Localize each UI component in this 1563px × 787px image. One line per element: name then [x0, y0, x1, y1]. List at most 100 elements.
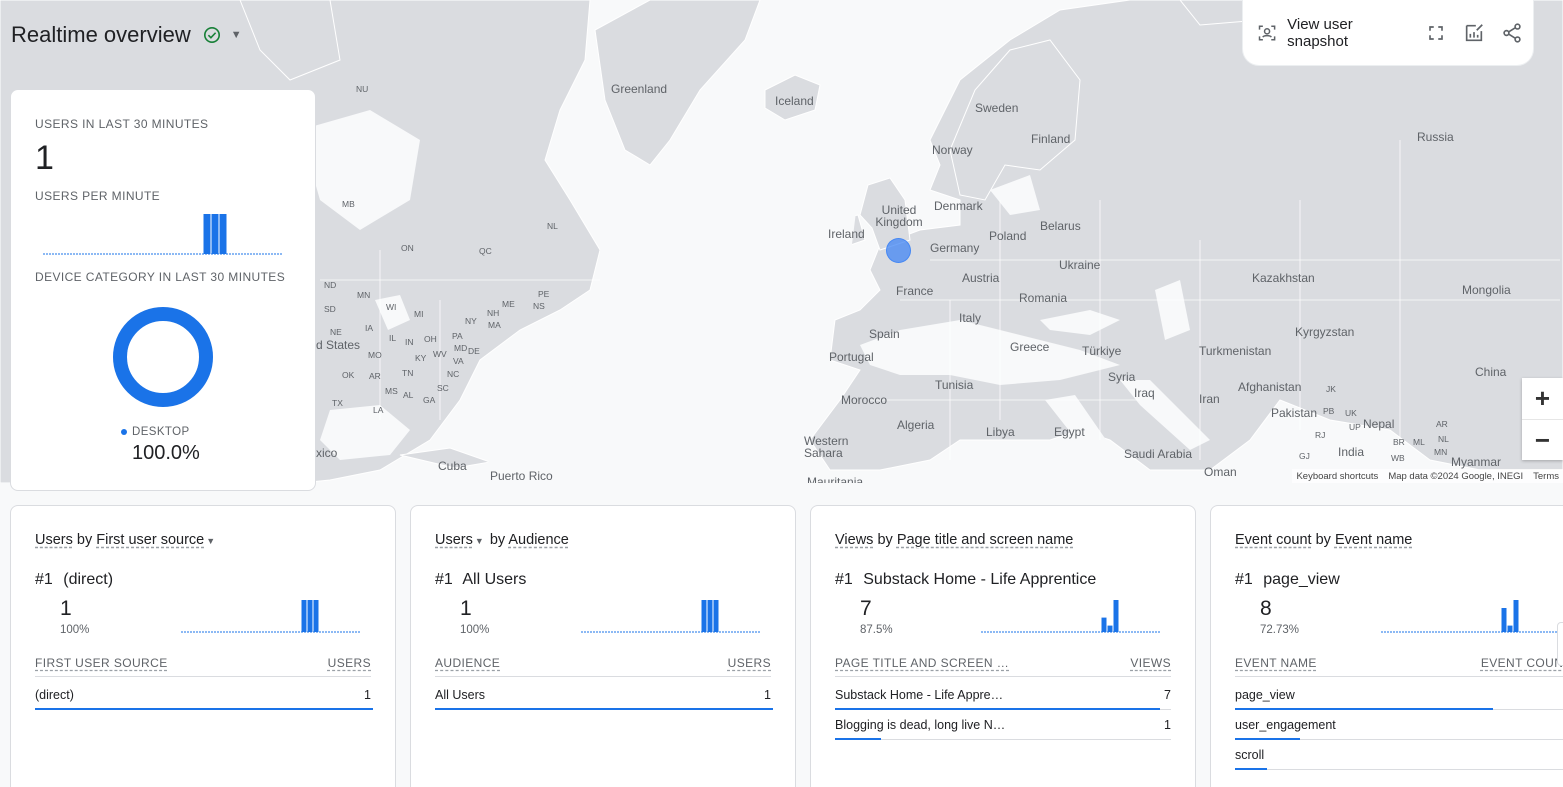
sparkline-bar[interactable]: [313, 600, 319, 632]
table-row[interactable]: (direct) 1: [35, 680, 373, 710]
keyboard-shortcuts-link[interactable]: Keyboard shortcuts: [1296, 471, 1378, 482]
top-item: #1 Substack Home - Life Apprentice: [835, 571, 1096, 589]
column-header-metric[interactable]: USERS: [728, 656, 771, 670]
dimension-selector[interactable]: Page title and screen name: [897, 532, 1074, 548]
sparkline-bar[interactable]: [1107, 625, 1113, 632]
metric-selector[interactable]: Event count: [1235, 532, 1312, 548]
table-row[interactable]: user_engagement 2: [1235, 710, 1563, 740]
map-label-saudi-arabia: Saudi Arabia: [1124, 447, 1193, 461]
map-label-ar-in: AR: [1436, 419, 1448, 429]
map-label-iceland: Iceland: [775, 94, 814, 108]
top-item-sparkline[interactable]: [181, 596, 361, 638]
top-item-sparkline[interactable]: [1381, 596, 1561, 638]
map-label-syria: Syria: [1108, 370, 1136, 384]
zoom-in-button[interactable]: +: [1522, 378, 1563, 419]
fullscreen-button[interactable]: [1425, 21, 1447, 45]
map-label-austria: Austria: [962, 271, 1000, 285]
view-user-snapshot-button[interactable]: View user snapshot: [1253, 12, 1411, 54]
map-label-afghanistan: Afghanistan: [1238, 380, 1302, 394]
row-share-bar: [835, 738, 882, 740]
card-heading: Views by Page title and screen name: [835, 532, 1073, 548]
top-item: #1 page_view: [1235, 571, 1340, 589]
caret-down-icon[interactable]: ▼: [475, 536, 484, 546]
by-text: by: [1315, 532, 1331, 548]
row-label: All Users: [435, 688, 486, 702]
map-label-pb: PB: [1323, 406, 1335, 416]
user-location-marker[interactable]: [886, 238, 911, 263]
map-label-nl-in: NL: [1438, 434, 1449, 444]
column-header-dimension[interactable]: AUDIENCE: [435, 656, 500, 670]
users-per-minute-chart[interactable]: [43, 210, 283, 260]
terms-link[interactable]: Terms: [1533, 471, 1559, 482]
top-item-value: 1: [60, 597, 72, 620]
map-label-spain: Spain: [869, 327, 900, 341]
map-label-ky: KY: [415, 353, 427, 363]
map-label-br: BR: [1393, 437, 1405, 447]
map-label-germany: Germany: [930, 241, 980, 255]
sparkline-bar[interactable]: [307, 600, 313, 632]
sparkline-bar[interactable]: [219, 214, 227, 254]
sparkline-bar[interactable]: [211, 214, 219, 254]
top-item-sparkline[interactable]: [981, 596, 1161, 638]
metric-selector[interactable]: Users: [35, 532, 73, 548]
map-label-mi: MI: [414, 309, 424, 319]
table-row[interactable]: Substack Home - Life Appre… 7: [835, 680, 1171, 710]
report-card-4: Event count by Event name #1 page_view 8…: [1210, 505, 1563, 787]
report-card-2: Users ▼ by Audience #1 All Users 1 100% A…: [410, 505, 796, 787]
top-item-sparkline[interactable]: [581, 596, 761, 638]
caret-down-icon[interactable]: ▼: [206, 536, 215, 546]
map-label-wv: WV: [433, 349, 447, 359]
metric-selector[interactable]: Views: [835, 532, 873, 548]
side-panel-tab[interactable]: [1557, 622, 1563, 666]
caret-down-icon[interactable]: ▼: [231, 29, 242, 41]
top-toolbar: View user snapshot: [1243, 0, 1533, 65]
top-item-percent: 87.5%: [860, 624, 893, 636]
top-item: #1 All Users: [435, 571, 526, 589]
map-label-algeria: Algeria: [897, 418, 935, 432]
dimension-selector[interactable]: Event name: [1335, 532, 1412, 548]
column-header-metric[interactable]: USERS: [328, 656, 371, 670]
sparkline-bar[interactable]: [701, 600, 707, 632]
sparkline-bar[interactable]: [1101, 617, 1107, 632]
map-label-oman: Oman: [1204, 465, 1237, 479]
zoom-out-button[interactable]: −: [1522, 419, 1563, 460]
map-label-nu: NU: [356, 84, 369, 94]
map-label-md: MD: [454, 343, 468, 353]
sparkline-bar[interactable]: [301, 600, 307, 632]
table-row[interactable]: All Users 1: [435, 680, 773, 710]
column-header-metric[interactable]: EVENT COUNT: [1481, 656, 1563, 670]
column-header-dimension[interactable]: FIRST USER SOURCE: [35, 656, 168, 670]
metric-selector[interactable]: Users: [435, 532, 473, 548]
map-label-ar: AR: [369, 371, 381, 381]
sparkline-bar[interactable]: [1507, 625, 1513, 632]
row-value: 1: [364, 688, 371, 702]
sparkline-bar[interactable]: [713, 600, 719, 632]
top-item: #1 (direct): [35, 571, 113, 589]
map-label-kyrgyzstan: Kyrgyzstan: [1295, 325, 1355, 339]
dimension-selector[interactable]: Audience: [508, 532, 568, 548]
sparkline-bar[interactable]: [1513, 600, 1519, 632]
column-header-metric[interactable]: VIEWS: [1130, 656, 1171, 670]
map-label-mo: MO: [368, 350, 382, 360]
map-zoom-controls: + −: [1522, 378, 1563, 460]
map-label-sc: SC: [437, 383, 449, 393]
column-header-dimension[interactable]: PAGE TITLE AND SCREEN …: [835, 656, 1009, 670]
map-label-pa: PA: [452, 331, 463, 341]
map-label-al: AL: [403, 390, 414, 400]
device-category-donut[interactable]: [112, 306, 214, 408]
sparkline-bar[interactable]: [203, 214, 211, 254]
share-button[interactable]: [1501, 21, 1523, 45]
page-title: Realtime overview: [11, 22, 191, 47]
map-label-tn: TN: [402, 368, 414, 378]
sparkline-bar[interactable]: [1113, 600, 1119, 632]
customize-report-button[interactable]: [1463, 21, 1485, 45]
sparkline-bar[interactable]: [1501, 608, 1507, 632]
map-label-up: UP: [1349, 422, 1361, 432]
sparkline-bar[interactable]: [707, 600, 713, 632]
dimension-selector[interactable]: First user source: [96, 532, 204, 548]
table-row[interactable]: page_view 8: [1235, 680, 1563, 710]
table-row[interactable]: Blogging is dead, long live N… 1: [835, 710, 1171, 740]
column-header-dimension[interactable]: EVENT NAME: [1235, 656, 1317, 670]
users-last-30-title: USERS IN LAST 30 MINUTES: [35, 117, 209, 131]
table-row[interactable]: scroll 1: [1235, 740, 1563, 770]
